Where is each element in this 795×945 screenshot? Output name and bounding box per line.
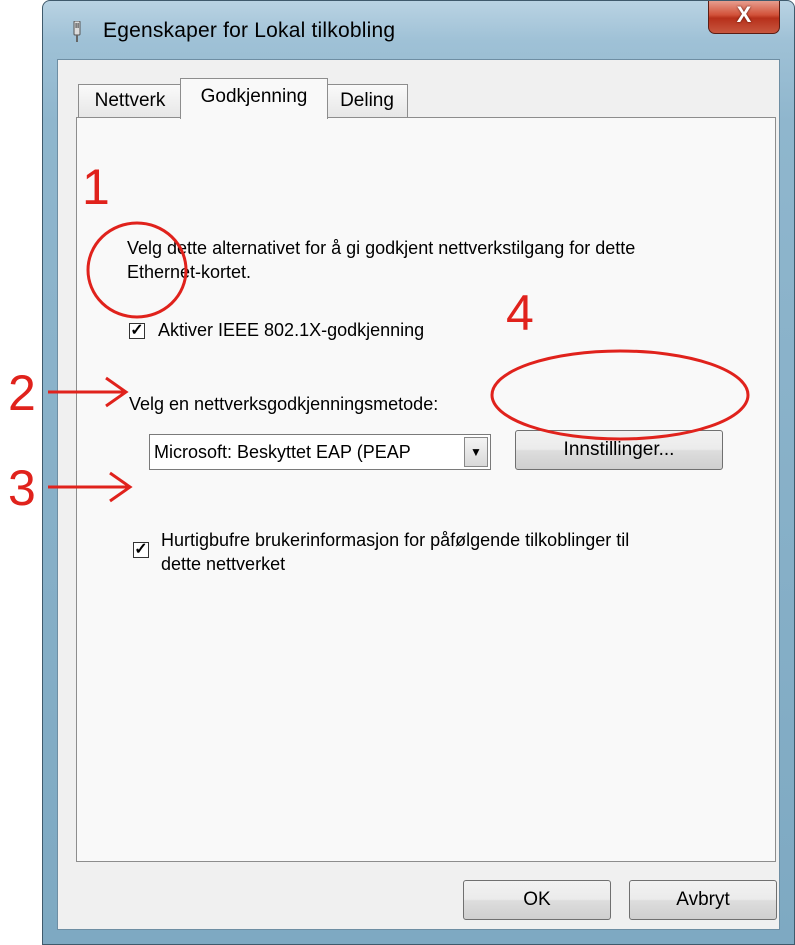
- authentication-panel: Velg dette alternativet for å gi godkjen…: [76, 117, 776, 862]
- close-button[interactable]: X: [708, 1, 780, 34]
- annotation-number-4: 4: [506, 285, 534, 341]
- enable-8021x-checkbox[interactable]: ✓: [129, 323, 145, 339]
- auth-method-value: Microsoft: Beskyttet EAP (PEAP: [154, 442, 411, 462]
- title-bar[interactable]: Egenskaper for Lokal tilkobling X: [43, 1, 794, 59]
- enable-8021x-label: Aktiver IEEE 802.1X-godkjenning: [158, 320, 425, 340]
- ok-button[interactable]: OK: [463, 880, 611, 920]
- method-label: Velg en nettverksgodkjenningsmetode:: [129, 394, 439, 414]
- auth-method-select[interactable]: Microsoft: Beskyttet EAP (PEAP ▼: [149, 434, 491, 470]
- cache-user-info-label: Hurtigbufre brukerinformasjon for påfølg…: [161, 530, 630, 574]
- window-title: Egenskaper for Lokal tilkobling: [103, 19, 396, 42]
- intro-text: Velg dette alternativet for å gi godkjen…: [127, 238, 636, 282]
- cancel-button[interactable]: Avbryt: [629, 880, 777, 920]
- annotation-number-1: 1: [82, 159, 110, 215]
- chevron-down-icon[interactable]: ▼: [464, 437, 488, 467]
- tab-deling[interactable]: Deling: [326, 84, 408, 118]
- tab-nettverk[interactable]: Nettverk: [78, 84, 182, 118]
- cache-user-info-checkbox[interactable]: ✓: [133, 542, 149, 558]
- network-adapter-icon: [67, 20, 87, 43]
- tab-godkjenning[interactable]: Godkjenning: [180, 78, 328, 119]
- settings-button[interactable]: Innstillinger...: [515, 430, 723, 470]
- properties-dialog: Egenskaper for Lokal tilkobling X Nettve…: [42, 0, 795, 945]
- annotation-number-3: 3: [8, 460, 36, 516]
- dialog-client-area: Nettverk Godkjenning Deling Velg dette a…: [57, 59, 780, 930]
- annotation-number-2: 2: [8, 365, 36, 421]
